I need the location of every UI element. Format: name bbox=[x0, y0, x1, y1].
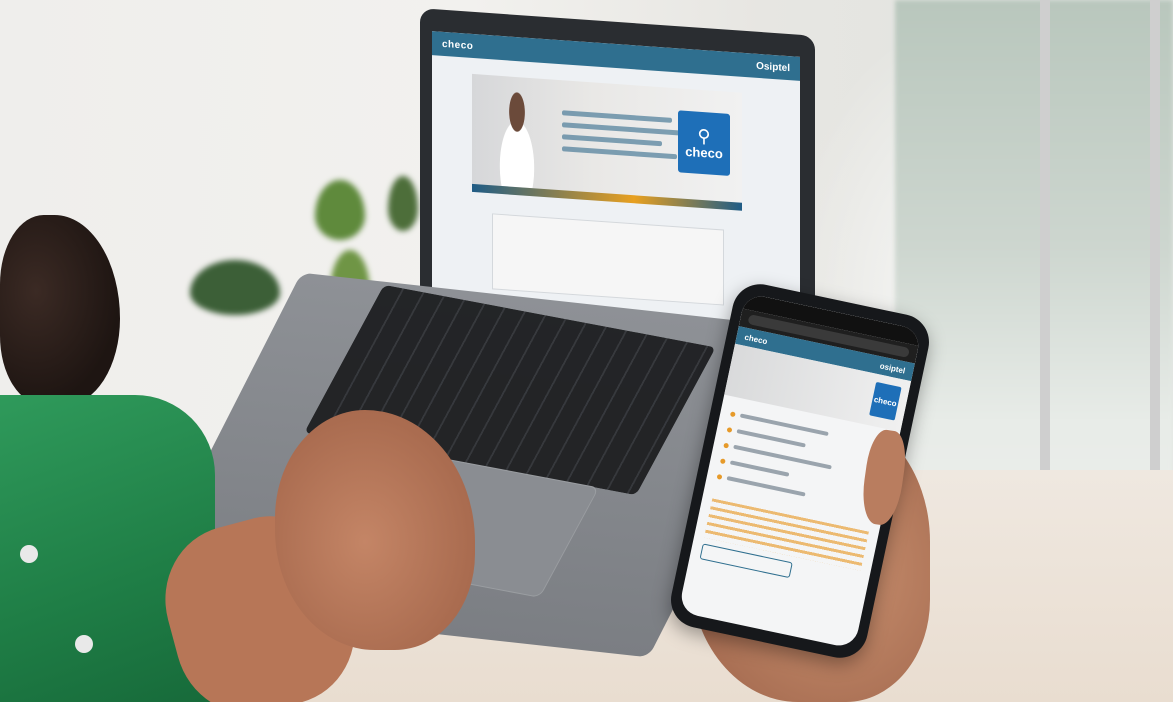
badge-word: checo bbox=[685, 143, 723, 161]
hero-banner: ⚲ checo bbox=[472, 73, 742, 211]
hero-stripe bbox=[472, 183, 742, 211]
search-icon: ⚲ bbox=[697, 125, 711, 147]
plant-leaf bbox=[315, 180, 365, 240]
site-logo[interactable]: checo bbox=[442, 38, 473, 51]
hero-text bbox=[562, 134, 662, 147]
phone-site-logo[interactable]: checo bbox=[744, 332, 768, 346]
photo-scene: checo Osiptel ⚲ checo checo osiptel chec… bbox=[0, 0, 1173, 702]
bullet-icon bbox=[726, 426, 733, 433]
bullet-icon bbox=[716, 473, 723, 480]
hero-photo bbox=[487, 84, 547, 190]
hero-text bbox=[562, 110, 672, 123]
brand-logo[interactable]: Osiptel bbox=[756, 60, 790, 73]
shirt-button bbox=[75, 635, 93, 653]
bullet-icon bbox=[723, 442, 730, 449]
list-item-text bbox=[729, 460, 790, 477]
phone-checo-badge: checo bbox=[869, 381, 902, 421]
bullet-icon bbox=[719, 457, 726, 464]
hero-text bbox=[562, 146, 677, 160]
phone-brand-logo[interactable]: osiptel bbox=[879, 361, 906, 375]
bullet-icon bbox=[729, 410, 736, 417]
plant-leaf bbox=[190, 260, 280, 315]
hero-text bbox=[562, 122, 682, 136]
hair bbox=[0, 215, 120, 405]
form-card bbox=[492, 213, 724, 306]
checo-badge: ⚲ checo bbox=[678, 110, 730, 176]
plant-leaf bbox=[388, 176, 418, 231]
shirt-button bbox=[20, 545, 38, 563]
